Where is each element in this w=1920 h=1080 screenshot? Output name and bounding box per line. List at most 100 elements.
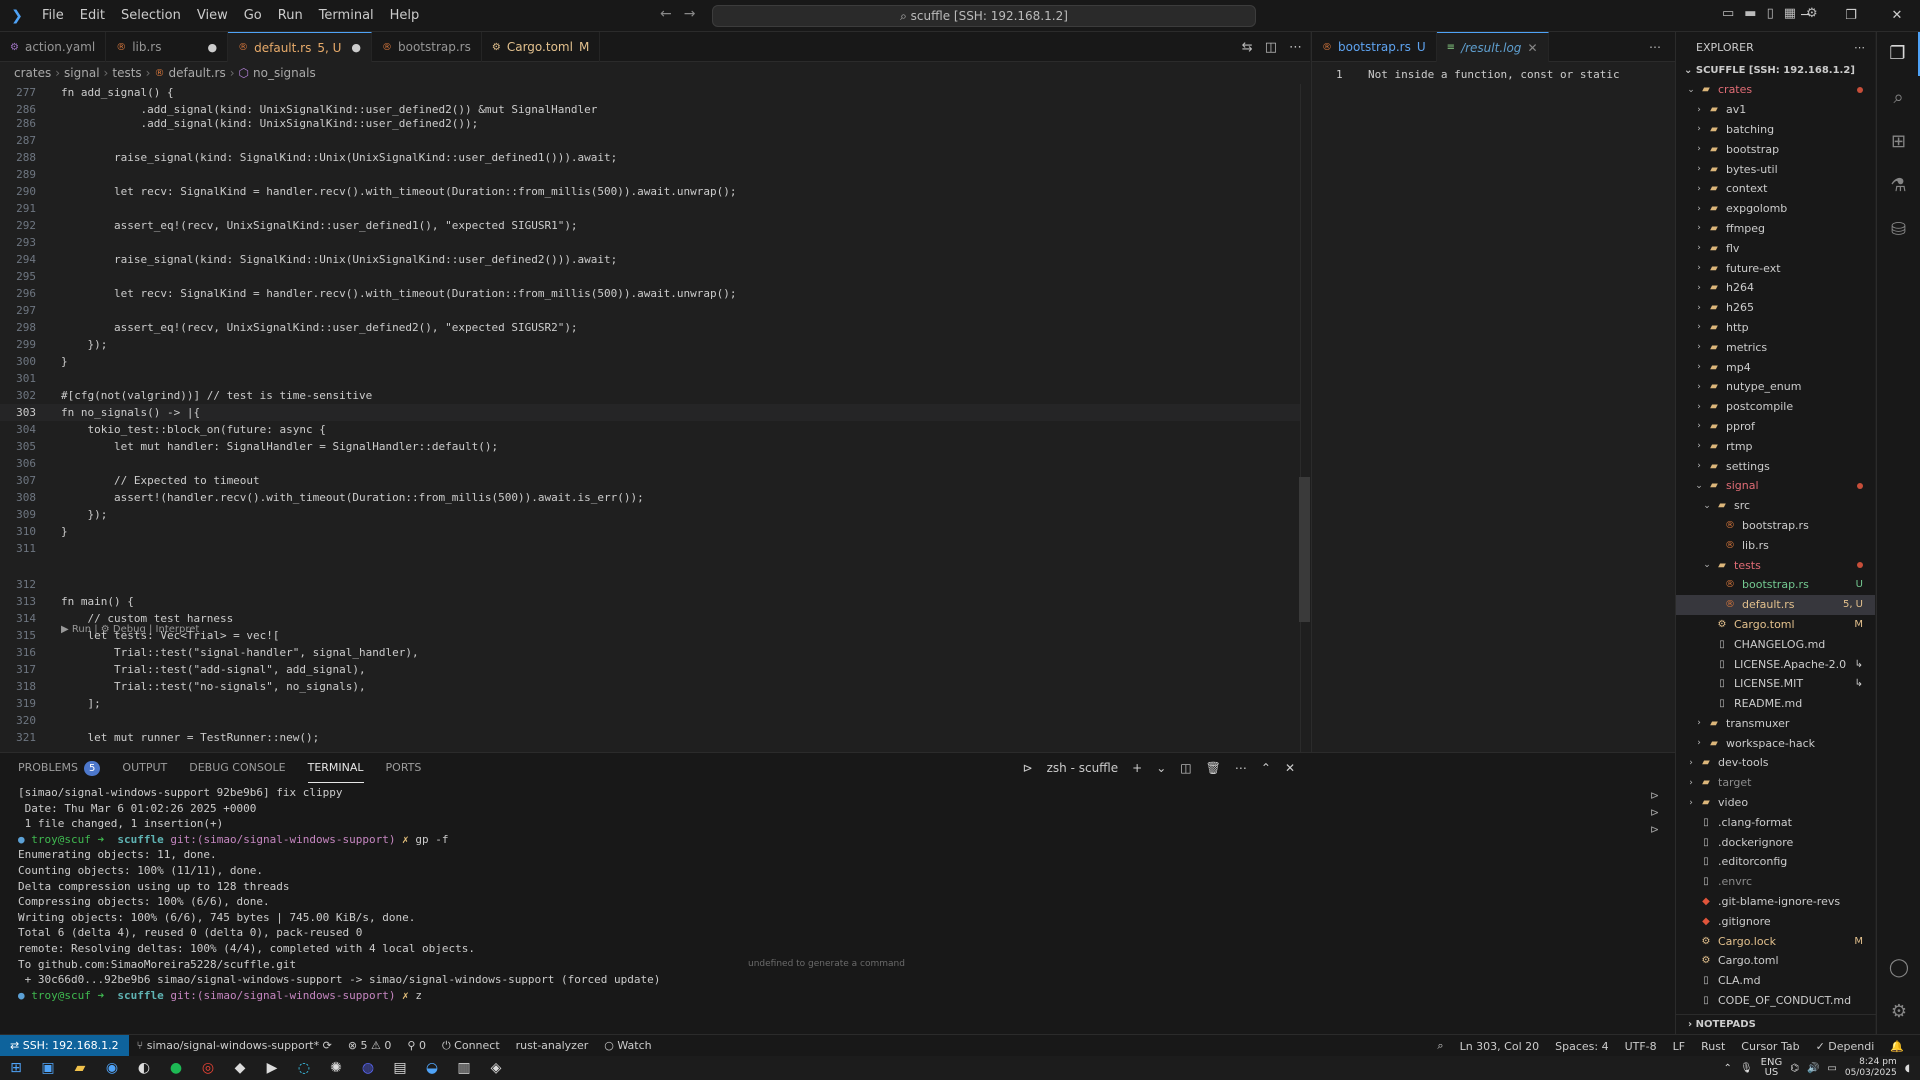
widgets-icon[interactable]: ▣ bbox=[32, 1060, 64, 1076]
tree-item[interactable]: › ▰ video bbox=[1676, 793, 1875, 813]
code-line[interactable]: 291 bbox=[0, 200, 1300, 217]
forward-arrow-icon[interactable]: → bbox=[684, 6, 696, 22]
tree-item[interactable]: ⚙ Cargo.toml M bbox=[1676, 615, 1875, 635]
tree-item[interactable]: › ▰ mp4 bbox=[1676, 357, 1875, 377]
tree-item[interactable]: › ▰ flv bbox=[1676, 238, 1875, 258]
tree-item[interactable]: ◆ .git-blame-ignore-revs bbox=[1676, 892, 1875, 912]
tab-result-log[interactable]: ≡ /result.log ✕ bbox=[1436, 32, 1549, 62]
tab-ports[interactable]: PORTS bbox=[386, 753, 422, 783]
tree-item[interactable]: › ▰ context bbox=[1676, 179, 1875, 199]
search-icon[interactable]: ⌕ bbox=[1877, 76, 1920, 120]
code-line[interactable]: 300} bbox=[0, 353, 1300, 370]
toggle-panel-icon[interactable]: ▬ bbox=[1744, 6, 1756, 21]
watch-status[interactable]: ○ Watch bbox=[596, 1039, 659, 1052]
code-line[interactable]: 289 bbox=[0, 166, 1300, 183]
menu-item-file[interactable]: File bbox=[34, 0, 72, 32]
tree-item[interactable]: › ▰ batching bbox=[1676, 120, 1875, 140]
restore-icon[interactable]: ❐ bbox=[1828, 0, 1874, 32]
code-line[interactable]: 288 raise_signal(kind: SignalKind::Unix(… bbox=[0, 149, 1300, 166]
code-line[interactable]: 295 bbox=[0, 268, 1300, 285]
new-terminal-icon[interactable]: + bbox=[1132, 761, 1142, 775]
more-actions-icon[interactable]: ⋯ bbox=[1649, 40, 1661, 54]
code-line[interactable]: 301 bbox=[0, 370, 1300, 387]
tab-output[interactable]: OUTPUT bbox=[122, 753, 167, 783]
tree-item[interactable]: ® lib.rs bbox=[1676, 535, 1875, 555]
cursor-app-icon[interactable]: ◆ bbox=[224, 1060, 256, 1076]
toggle-secondary-sidebar-icon[interactable]: ▯ bbox=[1767, 6, 1774, 21]
github-icon[interactable]: ◐ bbox=[128, 1060, 160, 1076]
extensions-icon[interactable]: ⊞ bbox=[1877, 120, 1920, 164]
tree-item[interactable]: › ▰ ffmpeg bbox=[1676, 219, 1875, 239]
spotify-icon[interactable]: ● bbox=[160, 1060, 192, 1076]
tree-item[interactable]: › ▰ bytes-util bbox=[1676, 159, 1875, 179]
messenger-icon[interactable]: ◒ bbox=[416, 1060, 448, 1076]
chatgpt-icon[interactable]: ✺ bbox=[320, 1060, 352, 1076]
breadcrumb-item[interactable]: default.rs bbox=[168, 66, 225, 80]
more-actions-icon[interactable]: ⋯ bbox=[1235, 761, 1247, 775]
manage-gear-icon[interactable]: ⚙ bbox=[1877, 990, 1920, 1034]
minimize-icon[interactable]: ─ bbox=[1782, 0, 1828, 32]
tray-chevron-icon[interactable]: ⌃ bbox=[1724, 1063, 1732, 1074]
account-icon[interactable]: ◯ bbox=[1877, 946, 1920, 990]
tree-item[interactable]: › ▰ transmuxer bbox=[1676, 714, 1875, 734]
breadcrumb-item[interactable]: signal bbox=[64, 66, 100, 80]
code-line[interactable]: 292 assert_eq!(recv, UnixSignalKind::use… bbox=[0, 217, 1300, 234]
git-branch[interactable]: ⑂ simao/signal-windows-support* ⟳ bbox=[129, 1039, 340, 1052]
tab-bootstrap-rs[interactable]: ® bootstrap.rs U bbox=[1312, 32, 1437, 62]
tree-item[interactable]: ⚙ Cargo.lock M bbox=[1676, 931, 1875, 951]
code-line[interactable]: 317 Trial::test("add-signal", add_signal… bbox=[0, 661, 1300, 678]
back-arrow-icon[interactable]: ← bbox=[660, 6, 672, 22]
code-line[interactable]: 313 fn main() { bbox=[0, 593, 1300, 610]
tree-item[interactable]: › ▰ rtmp bbox=[1676, 436, 1875, 456]
dependi-status[interactable]: ✓ Dependi bbox=[1808, 1040, 1883, 1053]
code-line[interactable]: 312 bbox=[0, 576, 1300, 593]
tree-item[interactable]: ▯ .clang-format bbox=[1676, 812, 1875, 832]
notification-center-icon[interactable]: ◖ bbox=[1905, 1063, 1910, 1074]
code-line[interactable]: 316 Trial::test("signal-handler", signal… bbox=[0, 644, 1300, 661]
terminal-icon[interactable]: ⊳ bbox=[1650, 806, 1659, 819]
code-line[interactable]: 298 assert_eq!(recv, UnixSignalKind::use… bbox=[0, 319, 1300, 336]
split-terminal-icon[interactable]: ◫ bbox=[1180, 761, 1191, 775]
cursor-tab[interactable]: Cursor Tab bbox=[1733, 1040, 1807, 1053]
command-center[interactable]: ⌕ scuffle [SSH: 192.168.1.2] bbox=[712, 5, 1256, 27]
chrome-icon[interactable]: ◎ bbox=[192, 1060, 224, 1076]
tree-item[interactable]: ⚙ Cargo.toml bbox=[1676, 951, 1875, 971]
tree-item[interactable]: › ▰ bootstrap bbox=[1676, 139, 1875, 159]
tree-item[interactable]: ® default.rs 5, U bbox=[1676, 594, 1875, 615]
close-icon[interactable]: ✕ bbox=[1874, 0, 1920, 32]
tree-item[interactable]: ® bootstrap.rs U bbox=[1676, 575, 1875, 595]
tree-item[interactable]: › ▰ future-ext bbox=[1676, 258, 1875, 278]
tab-bootstrap-rs[interactable]: ® bootstrap.rs bbox=[372, 32, 482, 62]
edge-icon[interactable]: ◌ bbox=[288, 1060, 320, 1076]
close-panel-icon[interactable]: ✕ bbox=[1285, 761, 1295, 775]
editor-scrollbar[interactable] bbox=[1299, 477, 1310, 622]
terminal-icon[interactable]: ⊳ bbox=[1650, 823, 1659, 836]
breadcrumb-item[interactable]: tests bbox=[112, 66, 141, 80]
tree-item[interactable]: ⌄ ▰ crates bbox=[1676, 80, 1875, 100]
rust-analyzer-status[interactable]: rust-analyzer bbox=[508, 1039, 597, 1052]
code-line[interactable]: 320 bbox=[0, 712, 1300, 729]
tree-item[interactable]: › ▰ target bbox=[1676, 773, 1875, 793]
codelens-run-debug[interactable]: ▶ Run | ⚙ Debug | Interpret bbox=[61, 624, 199, 635]
code-line[interactable]: 305 let mut handler: SignalHandler = Sig… bbox=[0, 438, 1300, 455]
tree-item[interactable]: ▯ .envrc bbox=[1676, 872, 1875, 892]
code-line[interactable]: 307 // Expected to timeout bbox=[0, 472, 1300, 489]
cursor-position[interactable]: Ln 303, Col 20 bbox=[1452, 1040, 1548, 1053]
tree-item[interactable]: › ▰ metrics bbox=[1676, 337, 1875, 357]
tree-item[interactable]: ⌄ ▰ tests bbox=[1676, 555, 1875, 575]
code-line[interactable]: 311 bbox=[0, 540, 1300, 557]
calculator-icon[interactable]: ▤ bbox=[384, 1060, 416, 1076]
zoom-icon[interactable]: ⌕ bbox=[1429, 1039, 1451, 1053]
tab-action-yaml[interactable]: ⚙ action.yaml bbox=[0, 32, 107, 62]
network-icon[interactable]: ⌬ bbox=[1790, 1063, 1799, 1074]
clock[interactable]: 8:24 pm 05/03/2025 bbox=[1845, 1057, 1897, 1079]
code-line[interactable]: 294 raise_signal(kind: SignalKind::Unix(… bbox=[0, 251, 1300, 268]
notifications-bell-icon[interactable]: 🔔 bbox=[1882, 1040, 1912, 1053]
tree-item[interactable]: › ▰ settings bbox=[1676, 456, 1875, 476]
code-line[interactable]: 293 bbox=[0, 234, 1300, 251]
tree-item[interactable]: ▯ LICENSE.MIT ↳ bbox=[1676, 674, 1875, 694]
menu-item-terminal[interactable]: Terminal bbox=[311, 0, 382, 32]
terminal-name[interactable]: zsh - scuffle bbox=[1047, 761, 1119, 775]
indentation[interactable]: Spaces: 4 bbox=[1547, 1040, 1616, 1053]
tree-item[interactable]: ▯ CODE_OF_CONDUCT.md bbox=[1676, 991, 1875, 1011]
